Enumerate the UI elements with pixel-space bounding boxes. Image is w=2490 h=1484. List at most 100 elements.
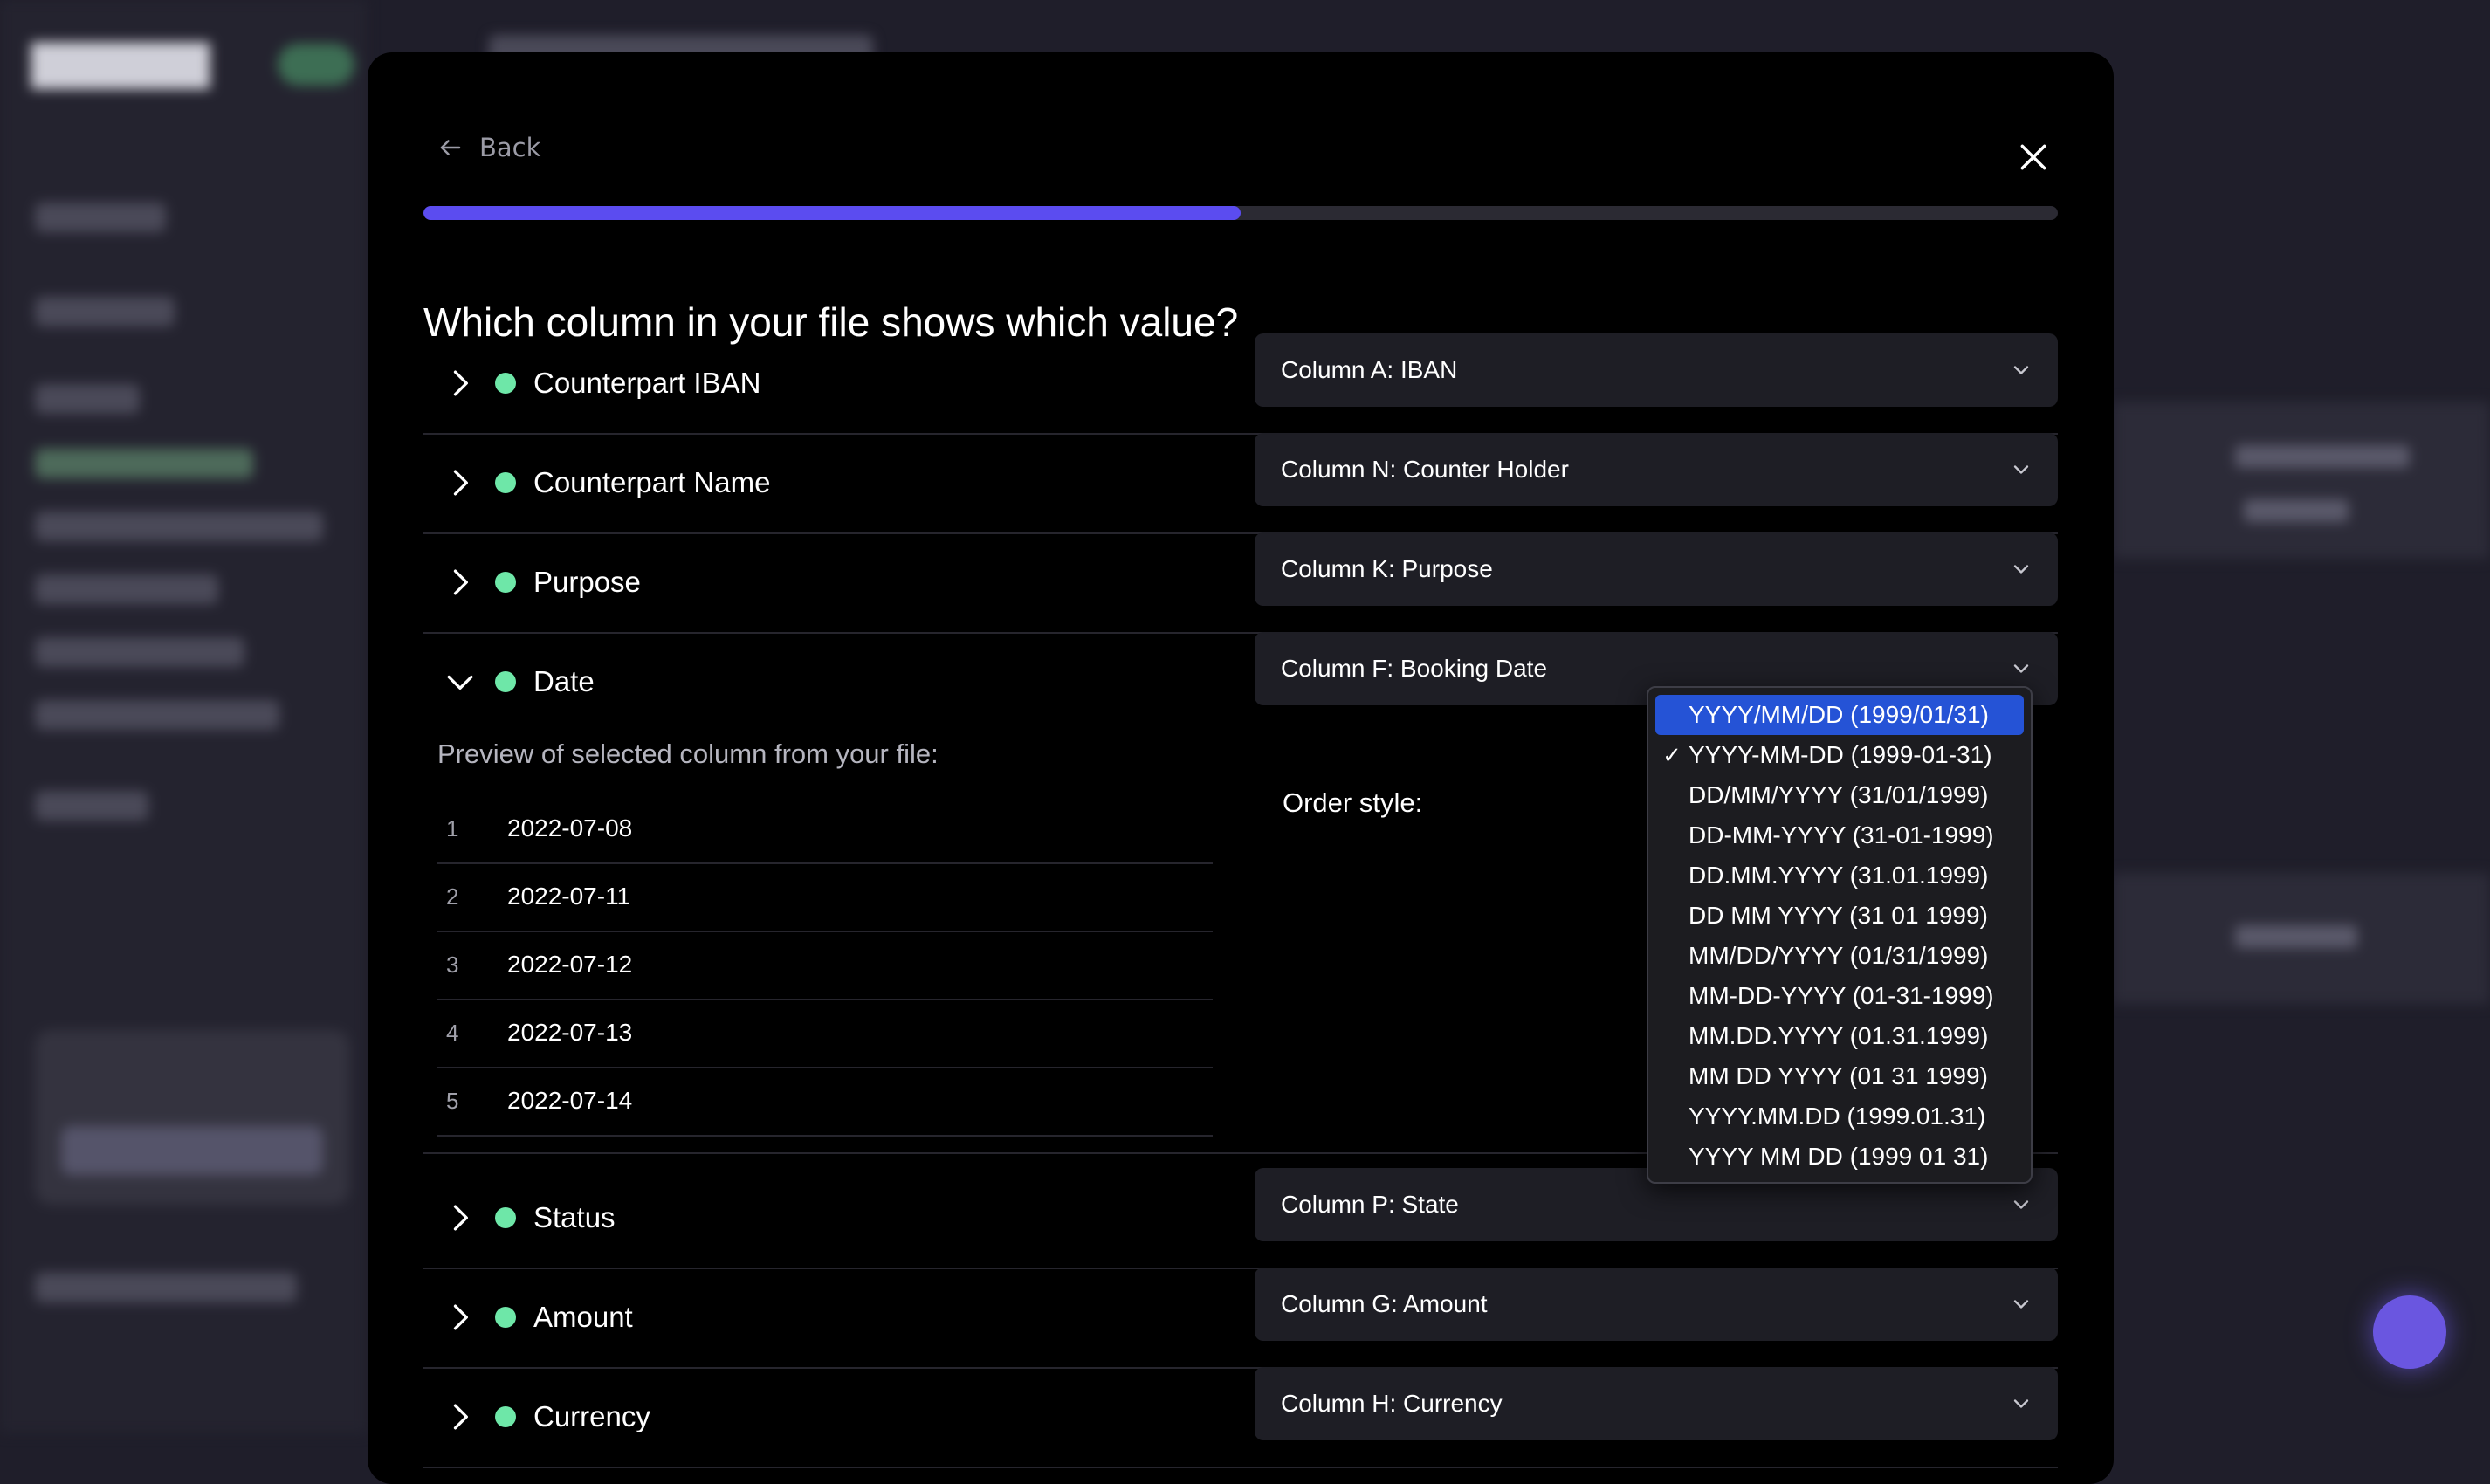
background-card-button: [61, 1126, 323, 1175]
chevron-right-icon: [453, 1205, 468, 1231]
back-button[interactable]: Back: [437, 133, 540, 162]
preview-value: 2022-07-11: [507, 883, 631, 910]
background-nav-item: [35, 297, 175, 326]
preview-value: 2022-07-08: [507, 814, 633, 842]
option-label: YYYY MM DD (1999 01 31): [1689, 1143, 1989, 1170]
column-select-value: Column P: State: [1281, 1191, 1459, 1218]
preview-row: 3 2022-07-12: [437, 931, 1213, 1000]
field-toggle[interactable]: Counterpart IBAN: [423, 333, 760, 433]
option-label: DD.MM.YYYY (31.01.1999): [1689, 862, 1989, 889]
field-toggle[interactable]: Purpose: [423, 532, 641, 632]
back-label: Back: [479, 133, 541, 162]
background-nav-item: [35, 384, 140, 414]
close-button[interactable]: [2009, 133, 2058, 182]
option-label: MM-DD-YYYY (01-31-1999): [1689, 982, 1994, 1009]
background-text: [2235, 445, 2410, 468]
chat-fab-button[interactable]: [2373, 1295, 2446, 1369]
chevron-right-icon: [453, 1304, 468, 1330]
option-label: YYYY/MM/DD (1999/01/31): [1689, 701, 1989, 728]
column-select[interactable]: Column K: Purpose: [1255, 532, 2058, 606]
preview-value: 2022-07-12: [507, 951, 633, 978]
dropdown-option[interactable]: YYYY.MM.DD (1999.01.31): [1655, 1096, 2024, 1137]
order-style-label: Order style:: [1283, 787, 1423, 818]
preview-row: 4 2022-07-13: [437, 999, 1213, 1068]
chevron-down-icon: [2013, 1200, 2029, 1209]
background-panel: [2113, 402, 2490, 559]
status-dot: [495, 1406, 516, 1427]
chevron-down-icon: [447, 675, 473, 690]
dropdown-option[interactable]: MM DD YYYY (01 31 1999): [1655, 1056, 2024, 1096]
background-nav-item: [35, 512, 323, 541]
preview-index: 3: [446, 951, 459, 978]
chevron-down-icon: [2013, 465, 2029, 474]
status-dot: [495, 472, 516, 493]
option-label: MM/DD/YYYY (01/31/1999): [1689, 942, 1989, 969]
dropdown-option[interactable]: DD MM YYYY (31 01 1999): [1655, 896, 2024, 936]
preview-index: 4: [446, 1019, 459, 1046]
chevron-down-icon: [2013, 565, 2029, 574]
background-text: [2235, 925, 2357, 948]
field-row-amount: Amount Column G: Amount: [423, 1268, 2058, 1369]
background-nav-item: [35, 574, 218, 604]
column-select-value: Column K: Purpose: [1281, 555, 1493, 582]
background-nav-item: [35, 449, 253, 478]
chevron-down-icon: [2013, 1300, 2029, 1309]
background-nav-item: [35, 203, 166, 232]
preview-row: 1 2022-07-08: [437, 794, 1213, 864]
dropdown-option[interactable]: DD-MM-YYYY (31-01-1999): [1655, 815, 2024, 855]
dropdown-option-selected[interactable]: ✓ YYYY-MM-DD (1999-01-31): [1655, 735, 2024, 775]
background-nav-item: [35, 700, 279, 730]
column-select[interactable]: Column G: Amount: [1255, 1268, 2058, 1341]
dropdown-option[interactable]: YYYY/MM/DD (1999/01/31): [1655, 695, 2024, 735]
field-label: Counterpart Name: [533, 466, 771, 498]
progress-fill: [423, 206, 1241, 220]
field-toggle[interactable]: Currency: [423, 1367, 650, 1467]
checkmark-icon: ✓: [1662, 741, 1682, 768]
preview-value: 2022-07-13: [507, 1019, 633, 1046]
option-label: DD-MM-YYYY (31-01-1999): [1689, 821, 1994, 848]
field-toggle[interactable]: Date: [423, 632, 595, 732]
field-label: Amount: [533, 1301, 633, 1333]
field-toggle[interactable]: Amount: [423, 1268, 633, 1367]
option-label: MM DD YYYY (01 31 1999): [1689, 1062, 1988, 1089]
field-label: Counterpart IBAN: [533, 367, 761, 399]
arrow-left-icon: [440, 140, 461, 155]
dropdown-option[interactable]: DD/MM/YYYY (31/01/1999): [1655, 775, 2024, 815]
column-select-value: Column A: IBAN: [1281, 356, 1458, 383]
preview-index: 2: [446, 883, 459, 910]
field-toggle[interactable]: Counterpart Name: [423, 433, 770, 532]
chevron-right-icon: [453, 569, 468, 595]
dropdown-option[interactable]: DD.MM.YYYY (31.01.1999): [1655, 855, 2024, 896]
column-select[interactable]: Column H: Currency: [1255, 1367, 2058, 1440]
preview-index: 1: [446, 814, 459, 842]
column-select[interactable]: Column A: IBAN: [1255, 333, 2058, 407]
column-select[interactable]: Column N: Counter Holder: [1255, 433, 2058, 506]
background-nav-item: [35, 791, 148, 821]
column-select-value: Column G: Amount: [1281, 1290, 1488, 1317]
background-nav-item: [35, 1273, 297, 1302]
background-badge: [278, 44, 354, 86]
field-toggle[interactable]: Status: [423, 1168, 616, 1268]
dropdown-option[interactable]: YYYY MM DD (1999 01 31): [1655, 1137, 2024, 1177]
dropdown-option[interactable]: MM.DD.YYYY (01.31.1999): [1655, 1016, 2024, 1056]
option-label: MM.DD.YYYY (01.31.1999): [1689, 1022, 1989, 1049]
option-label: DD/MM/YYYY (31/01/1999): [1689, 781, 1989, 808]
chevron-down-icon: [2013, 1399, 2029, 1408]
field-row-purpose: Purpose Column K: Purpose: [423, 532, 2058, 634]
status-dot: [495, 1207, 516, 1228]
background-logo: ▇▇▇▇▇: [31, 37, 210, 89]
chevron-right-icon: [453, 1404, 468, 1430]
status-dot: [495, 671, 516, 692]
preview-value: 2022-07-14: [507, 1087, 633, 1114]
dropdown-option[interactable]: MM-DD-YYYY (01-31-1999): [1655, 976, 2024, 1016]
preview-title: Preview of selected column from your fil…: [437, 739, 939, 769]
chevron-down-icon: [2013, 366, 2029, 374]
field-label: Status: [533, 1201, 616, 1233]
chevron-right-icon: [453, 370, 468, 396]
option-label: YYYY-MM-DD (1999-01-31): [1689, 741, 1992, 768]
preview-row: 5 2022-07-14: [437, 1067, 1213, 1137]
dropdown-option[interactable]: MM/DD/YYYY (01/31/1999): [1655, 936, 2024, 976]
background-nav-item: [35, 637, 244, 667]
field-label: Date: [533, 665, 595, 697]
field-label: Purpose: [533, 566, 641, 598]
